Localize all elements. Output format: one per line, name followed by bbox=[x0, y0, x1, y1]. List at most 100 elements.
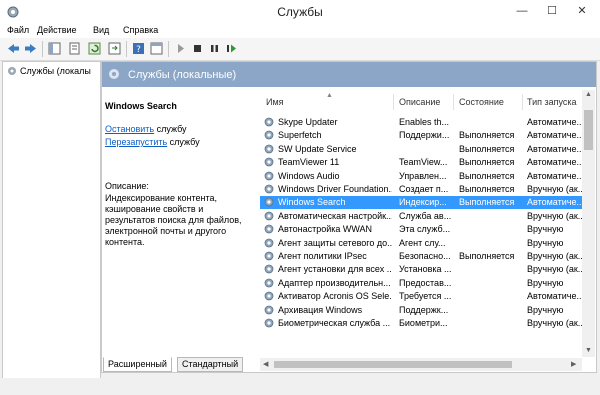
scroll-down-arrow-icon[interactable]: ▼ bbox=[582, 347, 595, 354]
service-gear-icon bbox=[264, 318, 274, 328]
service-description: TeamView... bbox=[399, 157, 448, 168]
service-startup-type: Автоматиче... bbox=[527, 117, 582, 127]
status-bar bbox=[0, 378, 600, 395]
service-row[interactable]: Windows Audio Управлен... Выполняется Автом… bbox=[260, 170, 582, 183]
service-state: Выполняется bbox=[459, 170, 515, 181]
view-tabs: Расширенный Стандартный bbox=[101, 357, 401, 372]
vertical-scrollbar[interactable]: ▲ ▼ bbox=[582, 90, 595, 357]
service-row[interactable]: Агент политики IPsec Безопасно... Выполняе… bbox=[260, 250, 582, 263]
restart-service-link[interactable]: Перезапустить bbox=[105, 137, 167, 147]
tree-item-local-services[interactable]: Службы (локалы bbox=[7, 66, 91, 76]
service-name: Автонастройка WWAN bbox=[278, 224, 373, 235]
forward-arrow-icon[interactable] bbox=[23, 41, 38, 56]
service-description: Биометри... bbox=[399, 318, 448, 328]
refresh-icon[interactable] bbox=[87, 41, 102, 56]
stop-line: Остановить службу bbox=[105, 124, 187, 134]
service-row[interactable]: Автоматическая настройк... Служба ав... Вр… bbox=[260, 210, 582, 223]
service-name: Активатор Acronis OS Sele... bbox=[278, 291, 392, 302]
properties-sheet-icon[interactable] bbox=[67, 41, 82, 56]
service-name: Агент политики IPsec bbox=[278, 251, 367, 261]
vertical-scroll-thumb[interactable] bbox=[584, 110, 593, 150]
start-service-icon[interactable] bbox=[173, 41, 188, 56]
service-name: Windows Audio bbox=[278, 170, 340, 181]
service-gear-icon bbox=[264, 264, 274, 274]
tab-extended[interactable]: Расширенный bbox=[103, 357, 172, 372]
column-header-startup-type[interactable]: Тип запуска bbox=[527, 97, 577, 107]
service-startup-type: Вручную (ак... bbox=[527, 251, 582, 261]
column-header-description[interactable]: Описание bbox=[399, 97, 440, 107]
service-row[interactable]: Адаптер производительн... Предостав... Вру… bbox=[260, 277, 582, 290]
column-divider bbox=[453, 94, 454, 110]
service-name: Skype Updater bbox=[278, 117, 338, 127]
column-header-name[interactable]: Имя bbox=[266, 97, 284, 107]
export-list-icon[interactable] bbox=[107, 41, 122, 56]
service-row[interactable]: Windows Driver Foundation... Создает п...… bbox=[260, 183, 582, 196]
service-row[interactable]: Skype Updater Enables th... Автоматиче... bbox=[260, 116, 582, 129]
stop-suffix: службу bbox=[154, 124, 187, 134]
service-row[interactable]: SW Update Service Выполняется Автоматиче..… bbox=[260, 143, 582, 156]
service-name: Автоматическая настройк... bbox=[278, 210, 392, 221]
service-gear-icon bbox=[264, 117, 274, 127]
service-name: Архивация Windows bbox=[278, 304, 363, 315]
service-row[interactable]: Windows Search Индексир... Выполняется Авто… bbox=[260, 196, 582, 210]
restart-service-icon[interactable] bbox=[224, 41, 239, 56]
gear-icon bbox=[8, 67, 16, 75]
service-state: Выполняется bbox=[459, 157, 515, 168]
description-label: Описание: bbox=[105, 181, 149, 191]
stop-service-icon[interactable] bbox=[190, 41, 205, 56]
column-divider bbox=[522, 94, 523, 110]
menu-view[interactable]: Вид bbox=[93, 25, 109, 35]
service-gear-icon bbox=[264, 197, 274, 207]
service-row[interactable]: Биометрическая служба ... Биометри... Вруч… bbox=[260, 317, 582, 330]
service-description: Служба ав... bbox=[399, 210, 452, 221]
pause-service-icon[interactable] bbox=[207, 41, 222, 56]
service-description: Управлен... bbox=[399, 170, 447, 181]
service-gear-icon bbox=[264, 238, 274, 247]
column-header-state[interactable]: Состояние bbox=[459, 97, 504, 107]
service-gear-icon bbox=[264, 251, 274, 261]
service-state: Выполняется bbox=[459, 143, 515, 154]
service-description: Безопасно... bbox=[399, 251, 451, 261]
service-name: Superfetch bbox=[278, 130, 322, 141]
console-tree: Службы (локалы bbox=[2, 61, 101, 380]
service-row[interactable]: Superfetch Поддержи... Выполняется Автомати… bbox=[260, 129, 582, 142]
service-row[interactable]: Активатор Acronis OS Sele... Требуется ..… bbox=[260, 290, 582, 303]
service-row[interactable]: TeamViewer 11 TeamView... Выполняется Автом… bbox=[260, 156, 582, 169]
maximize-button[interactable]: ☐ bbox=[538, 2, 566, 20]
close-button[interactable]: ✕ bbox=[568, 2, 596, 20]
menu-file[interactable]: Файл bbox=[7, 25, 29, 35]
scroll-right-arrow-icon[interactable]: ▶ bbox=[571, 360, 576, 368]
menu-help[interactable]: Справка bbox=[123, 25, 158, 35]
service-startup-type: Вручную (ак... bbox=[527, 184, 582, 194]
service-startup-type: Вручную bbox=[527, 224, 564, 235]
service-row[interactable]: Архивация Windows Поддержк... Вручную bbox=[260, 304, 582, 317]
service-name: SW Update Service bbox=[278, 143, 357, 154]
service-description: Enables th... bbox=[399, 117, 450, 127]
services-list: ▲ Имя Описание Состояние Тип запуска Sky… bbox=[260, 87, 596, 372]
service-gear-icon bbox=[264, 157, 274, 167]
service-startup-type: Вручную bbox=[527, 304, 564, 315]
back-arrow-icon[interactable] bbox=[6, 41, 21, 56]
scroll-up-arrow-icon[interactable]: ▲ bbox=[582, 91, 595, 98]
service-row[interactable]: Агент защиты сетевого до... Агент слу... В… bbox=[260, 237, 582, 250]
console-tree-icon[interactable] bbox=[47, 41, 62, 56]
service-name: TeamViewer 11 bbox=[278, 157, 340, 168]
service-gear-icon bbox=[264, 184, 274, 194]
service-name: Агент установки для всех ... bbox=[278, 264, 392, 275]
tab-standard[interactable]: Стандартный bbox=[177, 357, 244, 372]
service-gear-icon bbox=[264, 224, 274, 234]
help-icon[interactable]: ? bbox=[131, 41, 146, 56]
description-text: Индексирование контента, кэширование сво… bbox=[105, 193, 242, 247]
show-hide-icon[interactable] bbox=[149, 41, 164, 56]
service-row[interactable]: Агент установки для всех ... Установка ..… bbox=[260, 263, 582, 276]
restart-suffix: службу bbox=[167, 137, 200, 147]
service-startup-type: Вручную bbox=[527, 277, 564, 288]
stop-service-link[interactable]: Остановить bbox=[105, 124, 154, 134]
menu-action[interactable]: Действие bbox=[37, 25, 77, 35]
minimize-button[interactable]: — bbox=[508, 2, 536, 20]
service-startup-type: Автоматиче... bbox=[527, 130, 582, 141]
service-row[interactable]: Автонастройка WWAN Эта служб... Вручную bbox=[260, 223, 582, 236]
svg-text:?: ? bbox=[136, 45, 141, 55]
sort-ascending-icon: ▲ bbox=[326, 92, 333, 99]
service-description: Создает п... bbox=[399, 184, 449, 194]
